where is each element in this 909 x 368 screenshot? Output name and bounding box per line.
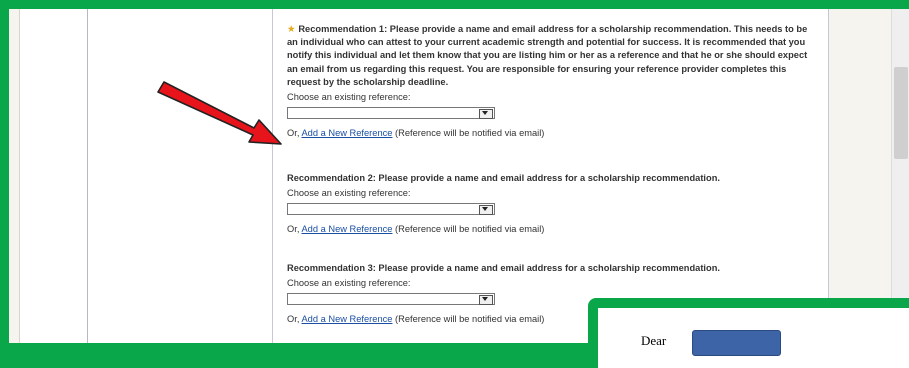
chevron-down-icon[interactable] xyxy=(479,109,493,120)
reference-select-1[interactable] xyxy=(287,107,495,120)
required-star-icon: ★ xyxy=(287,24,296,34)
arrow-shape xyxy=(157,81,282,145)
notify-note: (Reference will be notified via email) xyxy=(395,314,545,325)
letter-preview-callout: Dear xyxy=(588,298,909,368)
vertical-scrollbar[interactable] xyxy=(891,9,909,343)
red-arrow-annotation xyxy=(157,81,282,145)
add-reference-line-2: Or, Add a New Reference (Reference will … xyxy=(287,224,545,235)
reference-select-2[interactable] xyxy=(287,203,495,216)
notify-note: (Reference will be notified via email) xyxy=(395,128,545,139)
left-rail xyxy=(9,9,20,343)
add-new-reference-link-3[interactable]: Add a New Reference xyxy=(301,314,392,324)
recommendation-2-heading: Recommendation 2: Please provide a name … xyxy=(287,173,720,183)
recommendation-1-section: ★ Recommendation 1: Please provide a name… xyxy=(287,23,817,139)
redacted-name-block xyxy=(692,330,781,356)
column-divider xyxy=(87,9,88,343)
choose-reference-label: Choose an existing reference: xyxy=(287,278,411,289)
recommendation-1-heading: ★ Recommendation 1: Please provide a name… xyxy=(287,24,808,87)
choose-reference-label: Choose an existing reference: xyxy=(287,92,411,103)
content-border-left xyxy=(272,9,273,343)
letter-salutation: Dear xyxy=(641,333,667,348)
recommendation-2-section: Recommendation 2: Please provide a name … xyxy=(287,172,817,235)
recommendation-3-heading: Recommendation 3: Please provide a name … xyxy=(287,263,720,273)
add-new-reference-link-2[interactable]: Add a New Reference xyxy=(301,224,392,234)
browser-page: ★ Recommendation 1: Please provide a name… xyxy=(9,9,909,343)
reference-select-3[interactable] xyxy=(287,293,495,306)
chevron-down-icon[interactable] xyxy=(479,295,493,306)
letter-preview: Dear xyxy=(598,308,909,368)
add-new-reference-link-1[interactable]: Add a New Reference xyxy=(301,128,392,138)
notify-note: (Reference will be notified via email) xyxy=(395,224,545,235)
add-reference-line-1: Or, Add a New Reference (Reference will … xyxy=(287,128,545,139)
scrollbar-thumb[interactable] xyxy=(894,67,908,159)
right-gutter xyxy=(829,9,891,343)
chevron-down-icon[interactable] xyxy=(479,205,493,216)
choose-reference-label: Choose an existing reference: xyxy=(287,188,411,199)
